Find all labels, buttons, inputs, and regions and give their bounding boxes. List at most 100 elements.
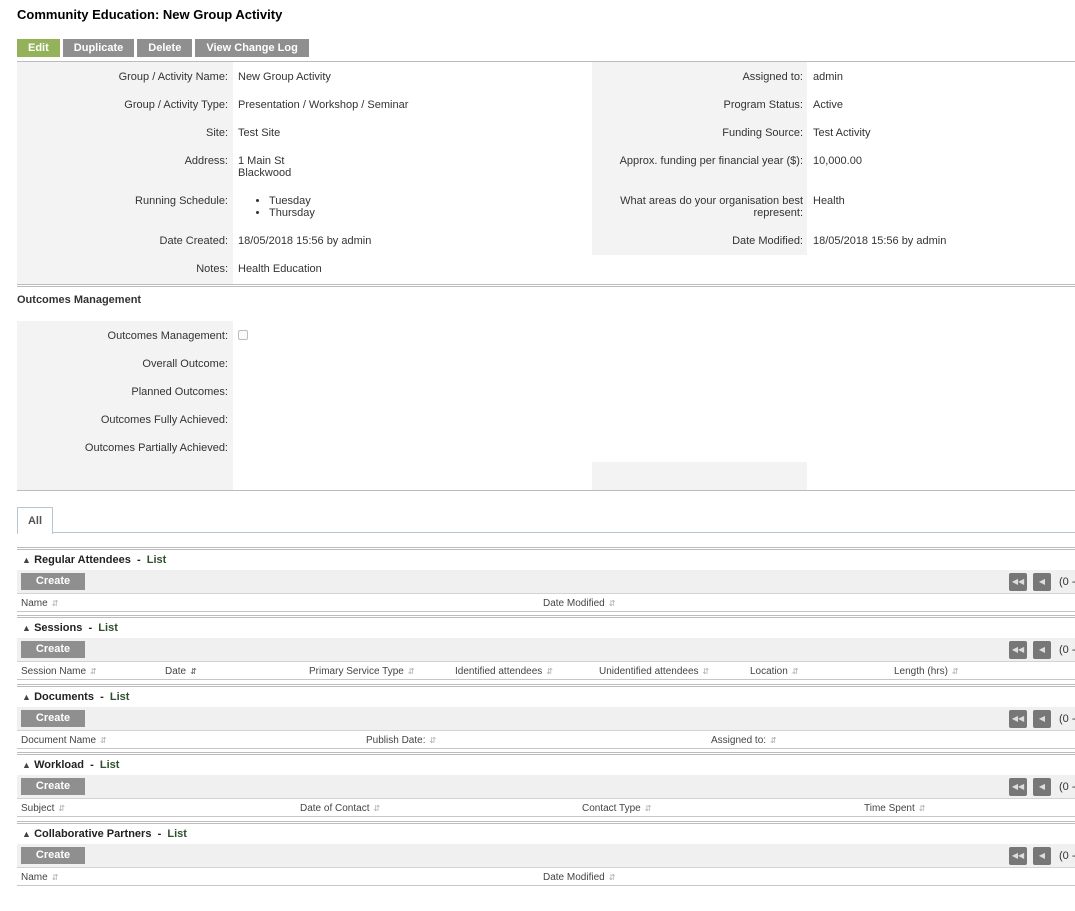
delete-button[interactable]: Delete (137, 39, 193, 57)
sort-icon[interactable]: ⇵ (100, 736, 107, 745)
list-link[interactable]: List (100, 759, 120, 771)
separator: - (88, 622, 93, 634)
field-label: Overall Outcome: (142, 358, 228, 370)
tab-all[interactable]: All (17, 507, 53, 534)
create-button[interactable]: Create (21, 641, 85, 658)
view-change-log-button[interactable]: View Change Log (195, 39, 309, 57)
sort-icon[interactable]: ⇵ (52, 599, 59, 608)
subpanel-divider (17, 752, 1075, 755)
outcomes-management-checkbox[interactable] (238, 330, 248, 340)
double-chevron-up-icon[interactable]: ▲ (22, 692, 31, 702)
column-header[interactable]: Unidentified attendees ⇵ (599, 666, 709, 677)
column-header[interactable]: Publish Date: ⇵ (366, 735, 436, 746)
subpanel-divider (17, 547, 1075, 550)
double-chevron-up-icon[interactable]: ▲ (22, 760, 31, 770)
subpanel-header[interactable]: ▲ Sessions - List (22, 622, 118, 634)
column-header[interactable]: Name ⇵ (21, 872, 58, 883)
subpanel-sessions: ▲ Sessions - List Create ◀◀ ◀ (0 - Sessi… (17, 615, 1075, 683)
column-headers: Name ⇵ Date Modified ⇵ (17, 867, 1075, 886)
edit-button[interactable]: Edit (17, 39, 60, 57)
subpanel-toolbar: Create ◀◀ ◀ (0 - (17, 707, 1075, 730)
column-header[interactable]: Name ⇵ (21, 598, 58, 609)
sort-icon[interactable]: ⇵ (190, 667, 197, 676)
sort-icon[interactable]: ⇵ (408, 667, 415, 676)
list-link[interactable]: List (98, 622, 118, 634)
field-value-notes: Health Education (238, 263, 322, 275)
sort-icon[interactable]: ⇵ (609, 599, 616, 608)
double-chevron-up-icon[interactable]: ▲ (22, 555, 31, 565)
prev-page-icon[interactable]: ◀ (1033, 847, 1051, 865)
list-link[interactable]: List (167, 828, 187, 840)
column-headers: Session Name ⇵ Date ⇵ Primary Service Type… (17, 661, 1075, 680)
column-headers: Document Name ⇵ Publish Date: ⇵ Assigned t… (17, 730, 1075, 749)
column-header[interactable]: Length (hrs) ⇵ (894, 666, 959, 677)
schedule-item: Tuesday (269, 195, 315, 207)
separator: - (157, 828, 162, 840)
first-page-icon[interactable]: ◀◀ (1009, 778, 1027, 796)
field-label: Date Created: (159, 235, 228, 247)
subpanel-header[interactable]: ▲ Regular Attendees - List (22, 554, 166, 566)
duplicate-button[interactable]: Duplicate (62, 39, 135, 57)
column-header[interactable]: Location ⇵ (750, 666, 799, 677)
column-header[interactable]: Date Modified ⇵ (543, 872, 615, 883)
sort-icon[interactable]: ⇵ (770, 736, 777, 745)
field-label: Running Schedule: (135, 195, 228, 207)
create-button[interactable]: Create (21, 778, 85, 795)
sort-icon[interactable]: ⇵ (546, 667, 553, 676)
sort-icon[interactable]: ⇵ (645, 804, 652, 813)
column-header[interactable]: Document Name ⇵ (21, 735, 107, 746)
sort-icon[interactable]: ⇵ (952, 667, 959, 676)
sort-icon[interactable]: ⇵ (58, 804, 65, 813)
outcomes-panel: Outcomes Management: Overall Outcome: Pl… (17, 321, 1075, 490)
label-column-bg (17, 62, 233, 284)
prev-page-icon[interactable]: ◀ (1033, 710, 1051, 728)
field-value-name: New Group Activity (238, 71, 331, 83)
column-header[interactable]: Date Modified ⇵ (543, 598, 615, 609)
create-button[interactable]: Create (21, 710, 85, 727)
column-header[interactable]: Time Spent ⇵ (864, 803, 925, 814)
sort-icon[interactable]: ⇵ (90, 667, 97, 676)
sort-icon[interactable]: ⇵ (919, 804, 926, 813)
prev-page-icon[interactable]: ◀ (1033, 778, 1051, 796)
column-header[interactable]: Date ⇵ (165, 666, 197, 677)
first-page-icon[interactable]: ◀◀ (1009, 710, 1027, 728)
create-button[interactable]: Create (21, 573, 85, 590)
column-header[interactable]: Identified attendees ⇵ (455, 666, 553, 677)
column-header[interactable]: Contact Type ⇵ (582, 803, 651, 814)
sort-icon[interactable]: ⇵ (792, 667, 799, 676)
first-page-icon[interactable]: ◀◀ (1009, 847, 1027, 865)
subpanel-divider (17, 684, 1075, 687)
subpanel-header[interactable]: ▲ Collaborative Partners - List (22, 828, 187, 840)
sort-icon[interactable]: ⇵ (373, 804, 380, 813)
column-header[interactable]: Date of Contact ⇵ (300, 803, 380, 814)
column-header[interactable]: Assigned to: ⇵ (711, 735, 777, 746)
first-page-icon[interactable]: ◀◀ (1009, 573, 1027, 591)
create-button[interactable]: Create (21, 847, 85, 864)
field-label: Outcomes Fully Achieved: (100, 414, 228, 426)
subpanel-header[interactable]: ▲ Documents - List (22, 691, 129, 703)
sort-icon[interactable]: ⇵ (703, 667, 710, 676)
subpanel-toolbar: Create ◀◀ ◀ (0 - (17, 570, 1075, 593)
sort-icon[interactable]: ⇵ (609, 873, 616, 882)
list-link[interactable]: List (147, 554, 167, 566)
field-label: Group / Activity Name: (118, 71, 228, 83)
subpanel-divider (17, 615, 1075, 618)
field-value-schedule: Tuesday Thursday (238, 195, 315, 219)
prev-page-icon[interactable]: ◀ (1033, 573, 1051, 591)
double-chevron-up-icon[interactable]: ▲ (22, 623, 31, 633)
column-header[interactable]: Primary Service Type ⇵ (309, 666, 415, 677)
field-label: Address: (184, 155, 228, 167)
pagination-range: (0 - (1059, 713, 1075, 725)
section-divider (17, 284, 1075, 287)
column-header[interactable]: Subject ⇵ (21, 803, 65, 814)
first-page-icon[interactable]: ◀◀ (1009, 641, 1027, 659)
prev-page-icon[interactable]: ◀ (1033, 641, 1051, 659)
list-link[interactable]: List (110, 691, 130, 703)
subpanel-header[interactable]: ▲ Workload - List (22, 759, 119, 771)
sort-icon[interactable]: ⇵ (429, 736, 436, 745)
column-header[interactable]: Session Name ⇵ (21, 666, 97, 677)
double-chevron-up-icon[interactable]: ▲ (22, 829, 31, 839)
sort-icon[interactable]: ⇵ (52, 873, 59, 882)
subpanel-title: Regular Attendees (34, 554, 131, 566)
subpanel-title: Documents (34, 691, 94, 703)
